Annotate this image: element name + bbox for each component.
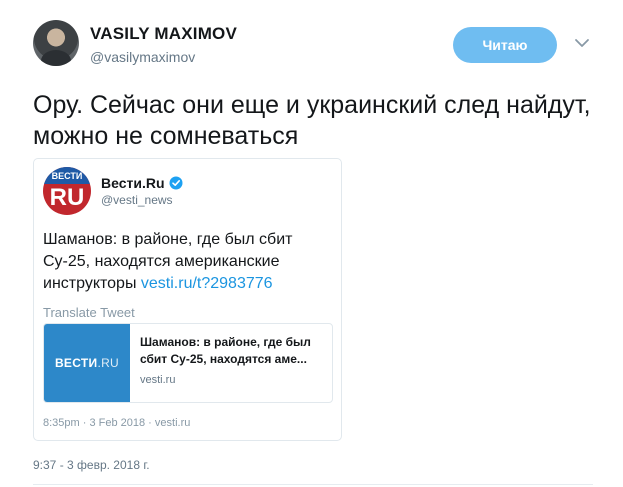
quoted-author-name: Вести.Ru (101, 175, 165, 191)
translate-tweet-link[interactable]: Translate Tweet (43, 305, 135, 320)
tweet-text: Ору. Сейчас они еще и украинский след на… (33, 91, 591, 150)
divider (33, 484, 593, 485)
thumb-suffix: .RU (97, 356, 120, 370)
tweet-timestamp[interactable]: 9:37 - 3 февр. 2018 г. (33, 458, 150, 472)
thumb-brand: ВЕСТИ (54, 356, 98, 370)
quoted-author-avatar[interactable]: ВЕСТИ RU (43, 167, 91, 215)
author-avatar[interactable] (33, 20, 79, 66)
link-preview-title: Шаманов: в районе, где был сбит Су-25, н… (140, 335, 311, 366)
avatar-brand-bottom: RU (49, 184, 85, 211)
link-preview-domain: vesti.ru (140, 374, 176, 386)
quoted-tweet-text: Шаманов: в районе, где был сбит Су-25, н… (43, 229, 338, 295)
author-handle[interactable]: @vasilymaximov (90, 49, 195, 65)
verified-badge-icon (169, 176, 183, 190)
following-button[interactable]: Читаю (453, 27, 557, 63)
quoted-link[interactable]: vesti.ru/t?2983776 (141, 275, 273, 292)
link-preview-card[interactable]: ВЕСТИ .RU Шаманов: в районе, где был сбит… (43, 323, 333, 403)
chevron-down-icon[interactable] (574, 36, 590, 50)
quoted-author-name-row[interactable]: Вести.Ru (101, 175, 183, 191)
quoted-author-handle: @vesti_news (101, 193, 173, 207)
author-name[interactable]: VASILY MAXIMOV (90, 24, 237, 44)
quoted-tweet-card[interactable]: ВЕСТИ RU Вести.Ru @vesti_news Шаманов: в… (33, 158, 342, 441)
link-preview-thumbnail: ВЕСТИ .RU (44, 324, 130, 402)
quoted-tweet-meta[interactable]: 8:35pm · 3 Feb 2018 · vesti.ru (43, 417, 190, 429)
avatar-brand-top: ВЕСТИ (43, 167, 91, 184)
